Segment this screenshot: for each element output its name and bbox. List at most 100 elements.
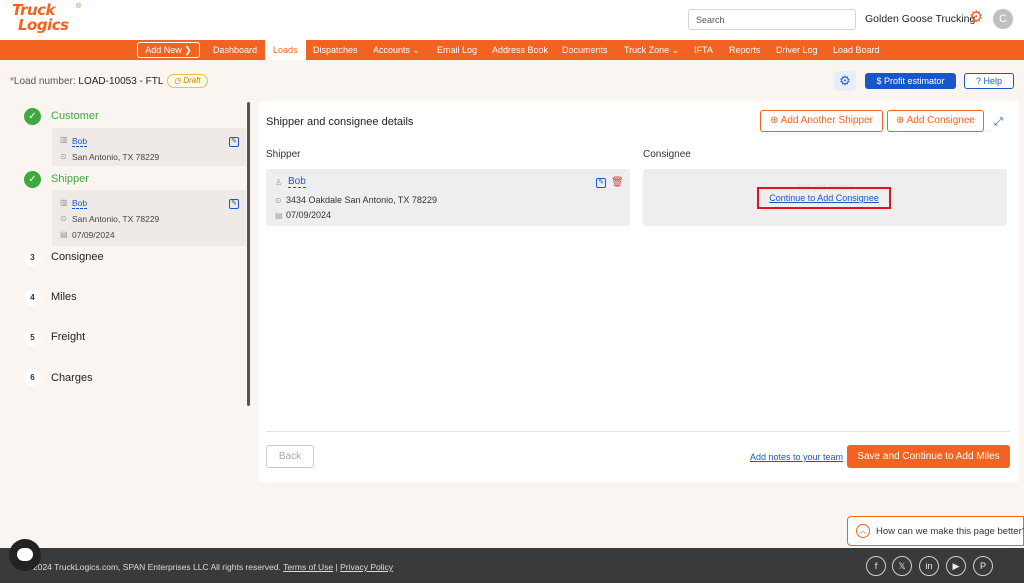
nav-documents[interactable]: Documents [562,40,608,60]
nav-ifta[interactable]: IFTA [694,40,713,60]
pinterest-icon[interactable]: P [973,556,993,576]
company-name[interactable]: Golden Goose Trucking [865,13,975,25]
page-footer: 2024 TruckLogics.com, SPAN Enterprises L… [0,548,1024,583]
consignee-column-label: Consignee [643,149,691,160]
help-button[interactable]: ? Help [964,73,1014,89]
customer-check-icon: ✓ [24,108,41,125]
add-new-button[interactable]: Add New ❯ [137,42,200,58]
add-notes-link[interactable]: Add notes to your team [750,452,843,462]
nav-address-book[interactable]: Address Book [492,40,548,60]
nav-dashboard[interactable]: Dashboard [213,40,257,60]
shipper-name-link[interactable]: Bob [288,176,306,188]
nav-dispatches[interactable]: Dispatches [313,40,358,60]
shipper-box: ♙ Bob ⊙ 3434 Oakdale San Antonio, TX 782… [266,169,630,226]
step-number-6: 6 [24,369,41,386]
calendar-icon: ▤ [275,211,283,220]
nav-load-board[interactable]: Load Board [833,40,880,60]
plus-circle-icon: ⊕ [895,115,905,126]
step-consignee[interactable]: Consignee [51,251,104,263]
load-number-value: LOAD-10053 - FTL [78,76,164,87]
top-header: Truck Logics ® Golden Goose Trucking ⚙ C [0,0,1024,40]
footer-copyright: 2024 TruckLogics.com, SPAN Enterprises L… [33,562,393,572]
add-another-shipper-label: Add Another Shipper [780,115,873,126]
copyright-text: 2024 TruckLogics.com, SPAN Enterprises L… [33,562,281,572]
expand-icon[interactable]: ⤢ [994,116,1003,129]
consignee-box: Not yet added Continue to Add Consignee [643,169,1007,226]
step-charges[interactable]: Charges [51,372,93,384]
load-number-label: Load number: [13,76,76,87]
nav-reports[interactable]: Reports [729,40,761,60]
chevron-up-icon: ︿ [856,524,870,538]
delete-shipper-icon[interactable]: 🗑 [611,177,624,188]
feedback-widget[interactable]: ︿ How can we make this page better? [847,516,1024,546]
add-another-shipper-button[interactable]: ⊕ Add Another Shipper [760,110,883,132]
nav-truck-zone[interactable]: Truck Zone ⌄ [624,40,679,60]
step-customer[interactable]: Customer [51,110,99,122]
nav-driver-log[interactable]: Driver Log [776,40,818,60]
step-freight[interactable]: Freight [51,331,85,343]
shipper-name-link[interactable]: Bob [72,198,88,209]
nav-email-log[interactable]: Email Log [437,40,477,60]
step-number-5: 5 [24,329,41,346]
save-continue-button[interactable]: Save and Continue to Add Miles [847,445,1010,468]
step-miles[interactable]: Miles [51,291,77,303]
footer-divider [266,431,1010,432]
x-twitter-icon[interactable]: 𝕏 [892,556,912,576]
shipper-check-icon: ✓ [24,171,41,188]
chat-bubble-icon [17,548,33,561]
step-shipper[interactable]: Shipper [51,173,89,185]
continue-to-add-consignee-link[interactable]: Continue to Add Consignee [757,187,891,209]
truck-logics-logo[interactable]: Truck Logics ® [10,3,86,37]
status-badge-label: Draft [183,76,201,85]
question-circle-icon: ? [975,76,981,86]
main-nav: Add New ❯ Dashboard Loads Dispatches Acc… [0,40,1024,60]
edit-shipper-icon[interactable]: ✎ [229,199,239,209]
shipper-date: 07/09/2024 [286,210,332,220]
add-consignee-button[interactable]: ⊕ Add Consignee [887,110,984,132]
status-badge: ◷ Draft [167,74,208,88]
back-button[interactable]: Back [266,445,314,468]
location-pin-icon: ⊙ [60,214,67,223]
customer-card: ▥ Bob ⊙ San Antonio, TX 78229 ✎ [52,128,246,166]
user-avatar[interactable]: C [993,9,1013,29]
registered-mark: ® [76,3,82,10]
panel-title: Shipper and consignee details [266,116,414,128]
step-number-3: 3 [24,249,41,266]
draft-clock-icon: ◷ [174,76,181,85]
terms-link[interactable]: Terms of Use [283,562,333,572]
feedback-text: How can we make this page better? [876,526,1024,537]
calendar-icon: ▤ [60,230,68,239]
shipper-card: ▥ Bob ⊙ San Antonio, TX 78229 ▤ 07/09/20… [52,190,246,246]
shipper-column-label: Shipper [266,149,301,160]
gear-icon: ⚙ [839,73,851,88]
logo-line-2: Logics [18,16,69,34]
settings-gear-icon[interactable]: ⚙ [969,10,985,26]
user-icon: ♙ [275,178,283,187]
linkedin-icon[interactable]: in [919,556,939,576]
help-label: Help [983,76,1003,86]
shipper-date: 07/09/2024 [72,230,115,240]
plus-circle-icon: ⊕ [770,115,779,126]
location-pin-icon: ⊙ [275,196,282,205]
add-consignee-label: Add Consignee [906,115,975,126]
shipper-address: 3434 Oakdale San Antonio, TX 78229 [286,195,437,205]
facebook-icon[interactable]: f [866,556,886,576]
load-settings-button[interactable]: ⚙ [834,71,856,91]
dollar-icon: $ [876,76,882,86]
search-input[interactable] [688,9,856,30]
shipper-consignee-panel: Shipper and consignee details ⊕ Add Anot… [258,101,1019,482]
chat-widget-button[interactable] [9,539,41,571]
profit-estimator-button[interactable]: $ Profit estimator [865,73,956,89]
nav-loads[interactable]: Loads [265,40,306,60]
nav-accounts[interactable]: Accounts ⌄ [373,40,420,60]
youtube-icon[interactable]: ▶ [946,556,966,576]
edit-customer-icon[interactable]: ✎ [229,137,239,147]
profit-estimator-label: Profit estimator [884,76,945,86]
edit-shipper-icon[interactable]: ✎ [596,178,606,188]
customer-name-link[interactable]: Bob [72,136,88,147]
building-icon: ▥ [60,198,68,207]
privacy-link[interactable]: Privacy Policy [340,562,393,572]
steps-scrollbar[interactable] [247,102,250,406]
shipper-location: San Antonio, TX 78229 [72,214,160,224]
building-icon: ▥ [60,135,68,144]
